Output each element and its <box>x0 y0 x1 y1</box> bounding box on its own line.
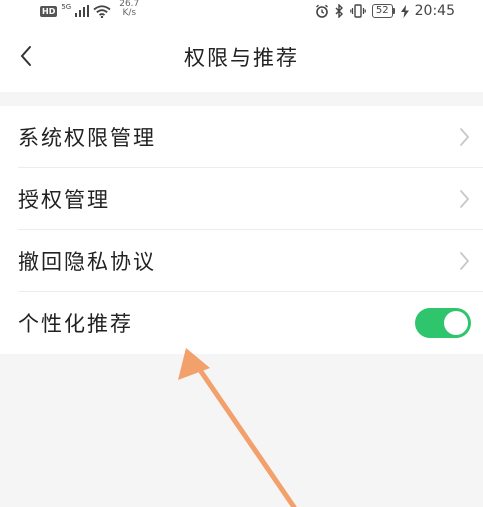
chevron-right-icon <box>460 128 470 146</box>
status-bar: HD 5G 26.7 K/s 52 20:45 <box>0 0 483 22</box>
personalized-recommendation-toggle[interactable] <box>415 308 471 338</box>
battery-tip <box>392 8 395 14</box>
page-title: 权限与推荐 <box>184 46 299 70</box>
speed-unit: K/s <box>122 8 137 18</box>
network-label: 5G <box>61 3 72 11</box>
list-item-personalized-recommendation: 个性化推荐 <box>0 292 483 354</box>
list-item-authorization[interactable]: 授权管理 <box>0 168 483 230</box>
list-item-revoke-privacy[interactable]: 撤回隐私协议 <box>0 230 483 292</box>
bluetooth-icon <box>335 4 343 18</box>
vibrate-icon <box>350 4 366 18</box>
status-bar-right: 52 20:45 <box>315 0 455 22</box>
signal-icon <box>75 5 90 17</box>
charging-icon <box>400 4 409 18</box>
settings-list: 系统权限管理 授权管理 撤回隐私协议 个性化推荐 <box>0 106 483 354</box>
status-bar-left: HD 5G 26.7 K/s <box>40 0 139 22</box>
list-item-label: 撤回隐私协议 <box>18 250 156 274</box>
chevron-right-icon <box>460 252 470 270</box>
list-item-system-permissions[interactable]: 系统权限管理 <box>0 106 483 168</box>
hd-badge: HD <box>40 5 58 17</box>
battery-level: 52 <box>371 4 393 18</box>
network-speed: 26.7 K/s <box>119 0 139 18</box>
wifi-icon <box>93 4 111 18</box>
list-item-label: 个性化推荐 <box>18 312 133 336</box>
list-item-label: 授权管理 <box>18 188 110 212</box>
page-header: 权限与推荐 <box>0 22 483 92</box>
status-time: 20:45 <box>414 3 455 19</box>
alarm-icon <box>315 4 328 18</box>
battery-indicator: 52 <box>371 4 395 18</box>
list-item-label: 系统权限管理 <box>18 126 156 150</box>
toggle-knob <box>444 311 468 335</box>
chevron-right-icon <box>460 190 470 208</box>
